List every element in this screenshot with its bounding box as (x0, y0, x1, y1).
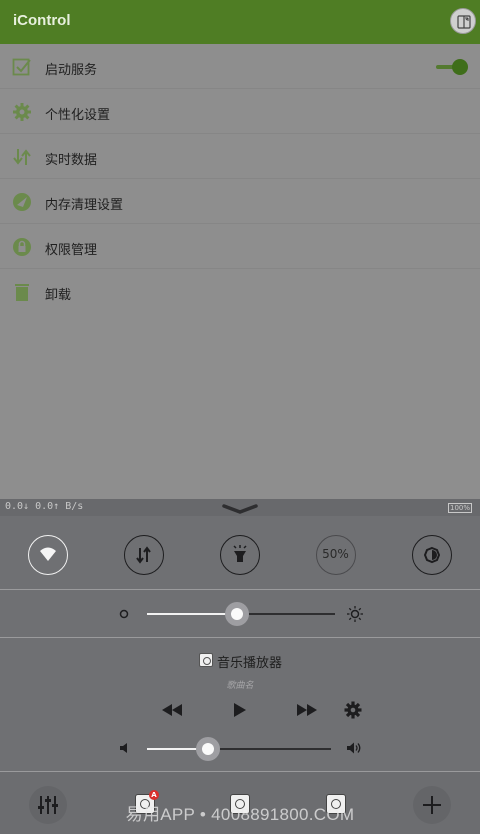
volume-high-icon (347, 742, 361, 754)
volume-low-icon (120, 743, 127, 753)
setting-label: 内存清理设置 (45, 198, 124, 213)
setting-label: 权限管理 (45, 243, 98, 258)
setting-label: 卸载 (45, 288, 72, 303)
player-title[interactable]: 音乐播放器 (217, 652, 282, 671)
gear-icon[interactable] (343, 700, 363, 720)
bottom-dock: A 易用APP • 4008891800.COM (0, 772, 480, 834)
brightness-slider-row (0, 590, 480, 638)
settings-list: 启动服务 个性化设置 实时数据 内存清理设置 权限管理 卸载 (0, 44, 480, 499)
setting-label: 个性化设置 (45, 108, 111, 123)
fast-forward-icon[interactable] (295, 700, 319, 720)
notification-badge: A (149, 790, 159, 800)
lock-icon (13, 238, 31, 256)
setting-label: 实时数据 (45, 153, 98, 168)
mobile-data-toggle[interactable] (124, 535, 164, 575)
toggle-knob (452, 59, 468, 75)
brightness-high-icon (347, 606, 363, 622)
brightness-thumb[interactable] (225, 602, 249, 626)
setting-uninstall[interactable]: 卸载 (0, 269, 480, 314)
watermark-text: 易用APP • 4008891800.COM (125, 805, 355, 824)
flashlight-icon (233, 545, 247, 562)
battery-indicator: 100% (448, 503, 472, 513)
setting-start-service[interactable]: 启动服务 (0, 44, 480, 89)
wifi-toggle[interactable] (28, 535, 68, 575)
status-strip: 0.0↓ 0.0↑ B/s 100% (0, 499, 480, 516)
music-player: 音乐播放器 歌曲名 (0, 638, 480, 772)
flashlight-toggle[interactable] (220, 535, 260, 575)
brightness-level-toggle[interactable]: 50% (316, 535, 356, 575)
share-button[interactable] (450, 8, 476, 34)
app-bar: iControl (0, 0, 480, 44)
brightness-fill (147, 613, 237, 615)
gear-icon (13, 103, 31, 121)
setting-personalization[interactable]: 个性化设置 (0, 89, 480, 134)
network-speed: 0.0↓ 0.0↑ B/s (5, 501, 84, 512)
volume-thumb[interactable] (196, 737, 220, 761)
broom-icon (13, 193, 31, 211)
trash-icon (15, 284, 29, 301)
setting-label: 启动服务 (45, 63, 98, 78)
updown-arrows-icon (13, 149, 31, 165)
setting-realtime-data[interactable]: 实时数据 (0, 134, 480, 179)
wifi-icon (40, 547, 56, 561)
play-icon[interactable] (229, 700, 249, 720)
updown-arrows-icon (136, 546, 151, 564)
auto-brightness-icon (423, 546, 441, 564)
control-panel: 0.0↓ 0.0↑ B/s 100% 50% 音乐播放器 歌曲名 A 易用APP… (0, 499, 480, 834)
music-app-icon (199, 653, 213, 667)
rewind-icon[interactable] (160, 700, 184, 720)
checkbox-icon (12, 58, 31, 76)
song-name: 歌曲名 (226, 681, 254, 691)
auto-brightness-toggle[interactable] (412, 535, 452, 575)
brightness-low-icon (119, 609, 129, 619)
setting-permissions[interactable]: 权限管理 (0, 224, 480, 269)
share-icon (457, 15, 471, 29)
chevron-down-icon[interactable] (222, 504, 258, 514)
quick-toggles: 50% (0, 516, 480, 590)
brightness-percent: 50% (322, 547, 349, 561)
start-service-toggle[interactable] (436, 59, 468, 75)
setting-memory-clean[interactable]: 内存清理设置 (0, 179, 480, 224)
app-title: iControl (13, 12, 71, 29)
